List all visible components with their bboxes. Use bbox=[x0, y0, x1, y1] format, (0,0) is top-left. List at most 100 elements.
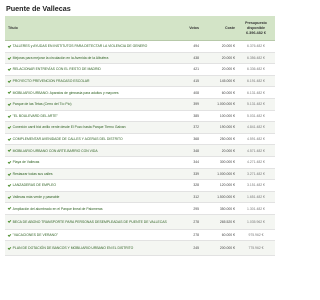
check-icon bbox=[7, 219, 12, 224]
project-title-link[interactable]: Playa de Vallecas bbox=[13, 160, 40, 164]
table-row: PLAN DE DOTACIÓN DE BANCOS Y MOBILIARIO … bbox=[5, 240, 275, 257]
project-title-link[interactable]: Restaurar todas sus calles bbox=[13, 172, 53, 176]
budget-available-cell: 6.376.482 € bbox=[237, 40, 275, 53]
project-title-link[interactable]: Mejoras para mejorar la circulación en l… bbox=[13, 56, 109, 60]
table-row: Playa de Vallecas 344 300.000 €4.271.482 € bbox=[5, 156, 275, 169]
votes-cell: 385 bbox=[183, 110, 201, 123]
table-row: Ampliación del alumbrado en el Parque li… bbox=[5, 202, 275, 215]
project-title-link[interactable]: LANZADERAS DE EMPLEO bbox=[13, 183, 56, 187]
check-icon bbox=[7, 67, 12, 72]
project-title-link[interactable]: Parque de las Tetas (Cerro del Tío Pío) bbox=[13, 102, 72, 106]
budget-available-cell: 775.962 € bbox=[237, 240, 275, 257]
project-cell: "EL BOULEVARD DEL ARTE" bbox=[5, 110, 183, 123]
project-cell: BECA DE ABONO TRANSPORTE PARA PERSONAS D… bbox=[5, 214, 183, 230]
project-title-link[interactable]: COMPLEMENTAR AVENIDADE DE CALLES Y ACERA… bbox=[13, 137, 123, 141]
check-icon bbox=[7, 206, 12, 211]
project-title-link[interactable]: MOBILIARIO URBANO CON ARTE-BARRIO CON VI… bbox=[13, 149, 98, 153]
table-row: RELACIONAR ENTREVÍAS CON EL RESTO DE MAD… bbox=[5, 63, 275, 76]
project-cell: LANZADERAS DE EMPLEO bbox=[5, 179, 183, 192]
cost-cell: 20.000 € bbox=[201, 144, 237, 157]
votes-cell: 415 bbox=[183, 75, 201, 88]
project-title-link[interactable]: Conexión carril bici anillo verde desde … bbox=[13, 125, 126, 129]
cost-cell: 20.000 € bbox=[201, 52, 237, 65]
budget-available-cell: 1.301.482 € bbox=[237, 202, 275, 215]
cost-cell: 120.000 € bbox=[201, 179, 237, 192]
budget-available-cell: 6.356.482 € bbox=[237, 52, 275, 65]
budget-available-cell: 4.591.482 € bbox=[237, 133, 275, 146]
check-icon bbox=[7, 55, 12, 60]
votes-cell: 408 bbox=[183, 86, 201, 99]
project-cell: PLAN DE DOTACIÓN DE BANCOS Y MOBILIARIO … bbox=[5, 240, 183, 257]
votes-cell: 344 bbox=[183, 156, 201, 169]
budget-available-cell: 3.271.482 € bbox=[237, 168, 275, 181]
budget-available-cell: 1.651.482 € bbox=[237, 191, 275, 204]
cost-cell: 1.000.000 € bbox=[201, 168, 237, 181]
project-title-link[interactable]: MOBILIARIO URBANO: Aparatos de gimnasia … bbox=[13, 91, 119, 95]
project-cell: PROYECTO PREVENCION FRACASO ESCOLAR bbox=[5, 75, 183, 88]
project-title-link[interactable]: "EL BOULEVARD DEL ARTE" bbox=[13, 114, 58, 118]
budget-available-cell: 1.035.962 € bbox=[237, 214, 275, 230]
project-cell: TALLERES y AYUDAS EN INSTITUTOS PARA DET… bbox=[5, 40, 183, 53]
budget-table: Título Votos Coste Presupuesto disponibl… bbox=[5, 16, 275, 257]
votes-cell: 245 bbox=[183, 240, 201, 257]
table-row: Conexión carril bici anillo verde desde … bbox=[5, 121, 275, 134]
cost-cell: 20.000 € bbox=[201, 40, 237, 53]
check-icon bbox=[7, 160, 12, 164]
page-title: Puente de Vallecas bbox=[6, 4, 71, 13]
project-title-link[interactable]: Ampliación del alumbrado en el Parque li… bbox=[13, 207, 103, 211]
check-icon bbox=[7, 44, 12, 49]
cost-cell: 145.000 € bbox=[201, 75, 237, 88]
table-row: Restaurar todas sus calles 339 1.000.000 €… bbox=[5, 168, 275, 181]
cost-cell: 1.500.000 € bbox=[201, 191, 237, 204]
cost-cell: 60.000 € bbox=[201, 229, 237, 242]
votes-cell: 494 bbox=[183, 40, 201, 53]
header-cost: Coste bbox=[201, 16, 237, 41]
project-cell: Playa de Vallecas bbox=[5, 156, 183, 169]
votes-cell: 399 bbox=[183, 98, 201, 111]
budget-available-cell: 4.271.482 € bbox=[237, 156, 275, 169]
project-title-link[interactable]: PLAN DE DOTACIÓN DE BANCOS Y MOBILIARIO … bbox=[13, 246, 134, 250]
header-title: Título bbox=[5, 16, 183, 41]
cost-cell: 200.000 € bbox=[201, 240, 237, 257]
cost-cell: 190.000 € bbox=[201, 121, 237, 134]
votes-cell: 372 bbox=[183, 121, 201, 134]
cost-cell: 1.000.000 € bbox=[201, 98, 237, 111]
check-icon bbox=[7, 136, 12, 141]
project-title-link[interactable]: BECA DE ABONO TRANSPORTE PARA PERSONAS D… bbox=[13, 220, 167, 224]
table-row: LANZADERAS DE EMPLEO 328 120.000 €3.151.48… bbox=[5, 179, 275, 192]
project-cell: Conexión carril bici anillo verde desde … bbox=[5, 121, 183, 134]
table-header-row: Título Votos Coste Presupuesto disponibl… bbox=[5, 16, 275, 41]
page-container: Puente de Vallecas Título Votos Coste Pr… bbox=[0, 0, 280, 300]
table-row: Mejoras para mejorar la circulación en l… bbox=[5, 52, 275, 65]
votes-cell: 339 bbox=[183, 168, 201, 181]
table-row: BECA DE ABONO TRANSPORTE PARA PERSONAS D… bbox=[5, 214, 275, 230]
project-title-link[interactable]: Vallecas más verde y paseable bbox=[13, 195, 60, 199]
cost-cell: 60.000 € bbox=[201, 86, 237, 99]
check-icon bbox=[7, 102, 12, 106]
cost-cell: 250.000 € bbox=[201, 133, 237, 146]
table-row: Vallecas más verde y paseable 312 1.500.00… bbox=[5, 191, 275, 204]
project-title-link[interactable]: TALLERES y AYUDAS EN INSTITUTOS PARA DET… bbox=[13, 44, 148, 48]
check-icon bbox=[7, 171, 12, 176]
project-cell: Ampliación del alumbrado en el Parque li… bbox=[5, 202, 183, 215]
votes-cell: 421 bbox=[183, 63, 201, 76]
project-cell: COMPLEMENTAR AVENIDADE DE CALLES Y ACERA… bbox=[5, 133, 183, 146]
table-row: COMPLEMENTAR AVENIDADE DE CALLES Y ACERA… bbox=[5, 133, 275, 146]
votes-cell: 438 bbox=[183, 52, 201, 65]
project-title-link[interactable]: RELACIONAR ENTREVÍAS CON EL RESTO DE MAD… bbox=[13, 67, 101, 71]
header-budget: Presupuesto disponible 6.396.482 € bbox=[237, 16, 275, 41]
project-title-link[interactable]: PROYECTO PREVENCION FRACASO ESCOLAR bbox=[13, 79, 90, 83]
project-cell: Parque de las Tetas (Cerro del Tío Pío) bbox=[5, 98, 183, 111]
budget-available-cell: 6.336.482 € bbox=[237, 63, 275, 76]
check-icon bbox=[7, 113, 12, 118]
project-title-link[interactable]: "VACACIONES DE VERANO" bbox=[13, 233, 58, 237]
table-row: TALLERES y AYUDAS EN INSTITUTOS PARA DET… bbox=[5, 40, 275, 53]
budget-available-cell: 6.191.482 € bbox=[237, 75, 275, 88]
project-cell: "VACACIONES DE VERANO" bbox=[5, 229, 183, 242]
header-votes: Votos bbox=[183, 16, 201, 41]
budget-available-cell: 5.031.482 € bbox=[237, 110, 275, 123]
votes-cell: 312 bbox=[183, 191, 201, 204]
votes-cell: 295 bbox=[183, 202, 201, 215]
table-row: MOBILIARIO URBANO CON ARTE-BARRIO CON VI… bbox=[5, 144, 275, 157]
budget-available-cell: 4.841.482 € bbox=[237, 121, 275, 134]
